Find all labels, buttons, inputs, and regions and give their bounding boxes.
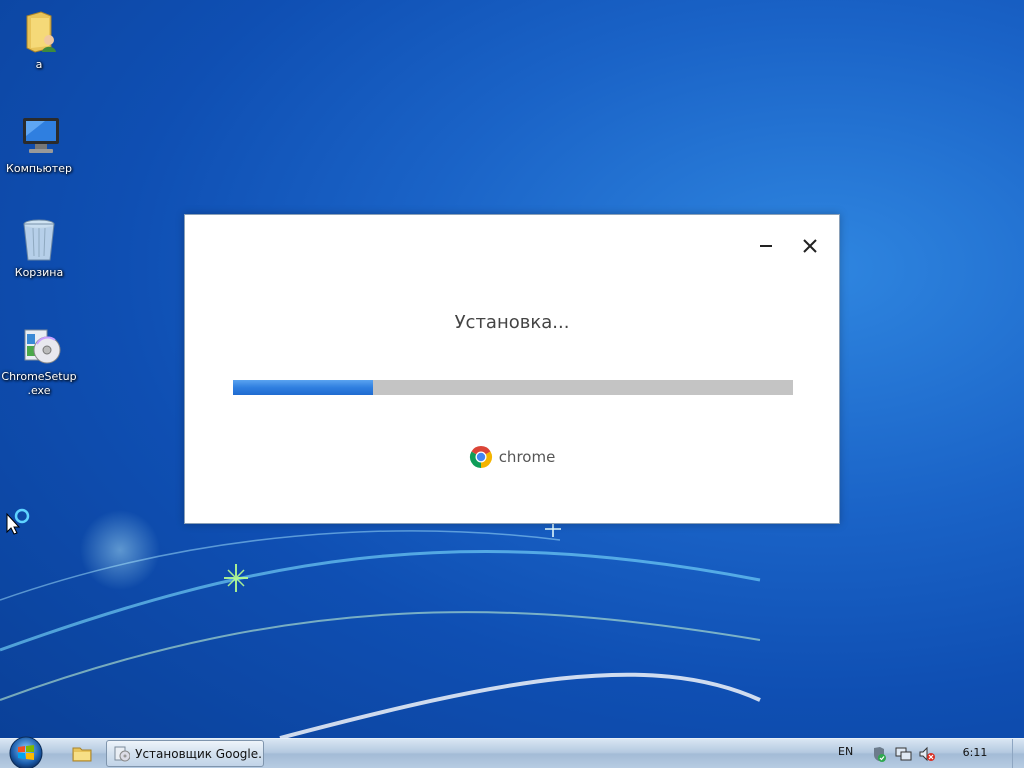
chrome-installer-dialog: Установка... chrome (184, 214, 840, 524)
security-shield-icon[interactable] (870, 746, 888, 762)
windows-start-icon (9, 736, 43, 768)
installer-task-icon (114, 746, 131, 761)
desktop-icon-chromesetup[interactable]: ChromeSetup .exe (0, 320, 78, 398)
desktop-icon-recycle-bin[interactable]: Корзина (0, 216, 78, 280)
install-progress-bar (233, 380, 793, 395)
chrome-brand-text: chrome (498, 448, 556, 466)
close-icon (803, 239, 817, 253)
install-progress-fill (233, 380, 373, 395)
desktop-icon-label: ChromeSetup (1, 370, 77, 383)
computer-icon (15, 112, 63, 160)
volume-muted-icon[interactable] (918, 746, 936, 762)
minimize-icon (760, 245, 772, 247)
taskbar-task-installer[interactable]: Установщик Google... (106, 740, 264, 767)
desktop-icon-computer[interactable]: Компьютер (0, 112, 78, 176)
clock[interactable]: 6:11 (950, 746, 1000, 759)
explorer-folder-icon (72, 747, 92, 762)
recycle-bin-icon (15, 216, 63, 264)
taskbar: Установщик Google... EN 6:11 (0, 735, 1024, 768)
desktop-icon-label-ext: .exe (27, 384, 51, 397)
installer-icon (15, 320, 63, 368)
network-icon[interactable] (894, 746, 912, 762)
desktop-icon-label: Корзина (14, 266, 64, 279)
desktop-icon-label: a (35, 58, 43, 71)
chrome-logo-icon (469, 446, 492, 468)
installing-status-text: Установка... (454, 312, 570, 333)
taskbar-pinned-explorer[interactable] (64, 741, 100, 767)
taskbar-task-label: Установщик Google... (135, 746, 263, 761)
show-desktop-button[interactable] (1012, 739, 1024, 768)
close-button[interactable] (797, 233, 823, 259)
language-indicator[interactable]: EN (838, 745, 853, 758)
mouse-cursor-icon (6, 508, 30, 535)
start-button[interactable] (6, 735, 46, 768)
user-folder-icon (15, 8, 63, 56)
chrome-brand: chrome (185, 445, 839, 469)
desktop-icon-user-folder[interactable]: a (0, 8, 78, 72)
minimize-button[interactable] (753, 233, 779, 259)
desktop-icon-label: Компьютер (6, 162, 72, 175)
